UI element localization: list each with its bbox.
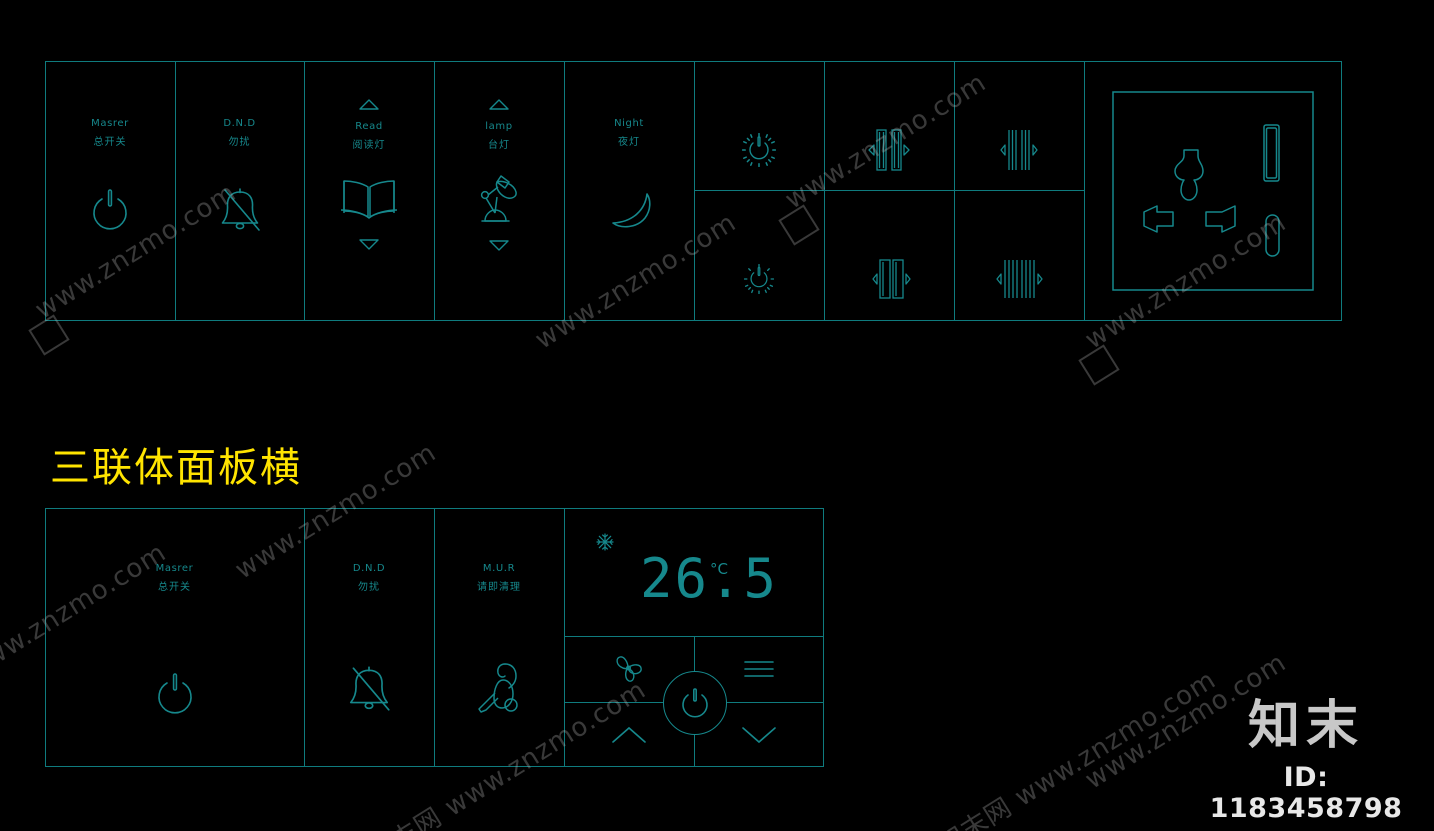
chevron-down-icon bbox=[742, 726, 776, 743]
cell-label-cn: 勿扰 bbox=[358, 581, 380, 593]
cell-label-en: M.U.R bbox=[482, 563, 516, 574]
cell-label-en: lamp bbox=[485, 121, 513, 132]
switch-cell-soft[interactable]: Soft 柔和 bbox=[694, 190, 824, 321]
open-book-icon[interactable] bbox=[339, 177, 399, 223]
section-title: 三联体面板横 bbox=[50, 445, 302, 491]
cell-label-en: D.N.D bbox=[223, 118, 256, 129]
sheer-open-icon[interactable] bbox=[865, 126, 913, 176]
cell-label-en: Curtain On bbox=[994, 92, 1044, 102]
switch-cell-socket[interactable] bbox=[1084, 61, 1342, 321]
thermostat-display[interactable]: 26.5 °C bbox=[564, 508, 824, 636]
sheer-closed-icon[interactable] bbox=[865, 256, 913, 304]
cell-label-cn: 阅读灯 bbox=[352, 139, 386, 151]
triangle-down-icon[interactable] bbox=[359, 235, 379, 254]
switch-cell-curtain-off[interactable]: Curtain Off 窗帘关 bbox=[954, 190, 1084, 321]
switch-cell-bright[interactable]: Bright 明亮 bbox=[694, 61, 824, 190]
lines-mode-icon bbox=[744, 661, 774, 677]
cell-label-cn: 窗帘关 bbox=[1005, 238, 1033, 248]
cell-label-cn: 明亮 bbox=[749, 115, 769, 125]
switch-cell-lamp[interactable]: lamp 台灯 bbox=[434, 61, 564, 321]
cell-label-en: Bright bbox=[744, 100, 774, 110]
chevron-up-icon bbox=[612, 726, 646, 743]
switch-cell-sheer-off[interactable]: Sheer Off 纱帘关 bbox=[824, 190, 954, 321]
switch-cell-master-bottom[interactable]: Masrer 总开关 bbox=[45, 508, 304, 767]
switch-cell-dnd-bottom[interactable]: D.N.D 勿扰 bbox=[304, 508, 434, 767]
triangle-down-icon[interactable] bbox=[489, 236, 509, 255]
thermostat-power-button[interactable] bbox=[663, 671, 727, 735]
cell-label-en: Masrer bbox=[155, 563, 194, 574]
cell-label-cn: 窗帘开 bbox=[1005, 107, 1033, 117]
cell-label-cn: 总开关 bbox=[93, 136, 127, 148]
site-branding: 知末 ID: 1183458798 bbox=[1186, 700, 1426, 824]
cell-label-cn: 勿扰 bbox=[228, 136, 251, 148]
temperature-unit: °C bbox=[710, 560, 728, 578]
bell-muted-icon[interactable] bbox=[215, 186, 265, 234]
desk-lamp-icon[interactable] bbox=[473, 173, 525, 227]
cell-label-cn: 总开关 bbox=[158, 581, 191, 593]
switch-cell-curtain-on[interactable]: Curtain On 窗帘开 bbox=[954, 61, 1084, 190]
sun-bright-icon[interactable] bbox=[742, 133, 776, 167]
snowflake-icon bbox=[596, 533, 614, 555]
vacuum-cleaner-icon[interactable] bbox=[477, 660, 521, 716]
cell-label-en: Night bbox=[614, 118, 644, 129]
cell-label-cn: 纱帘关 bbox=[875, 238, 903, 248]
brand-logo: 知末 bbox=[1247, 696, 1364, 756]
cell-label-cn: 纱帘开 bbox=[875, 107, 903, 117]
switch-cell-master[interactable]: Masrer 总开关 bbox=[45, 61, 175, 321]
fan-icon bbox=[616, 656, 642, 682]
triangle-up-icon[interactable] bbox=[489, 95, 509, 114]
triangle-up-icon[interactable] bbox=[359, 95, 379, 114]
cell-label-en: Masrer bbox=[91, 118, 129, 129]
bell-muted-icon[interactable] bbox=[343, 664, 395, 714]
switch-cell-read[interactable]: Read 阅读灯 bbox=[304, 61, 434, 321]
power-icon[interactable] bbox=[88, 188, 132, 232]
switch-cell-mur[interactable]: M.U.R 请即清理 bbox=[434, 508, 564, 767]
cell-label-cn: 台灯 bbox=[488, 139, 510, 151]
cell-label-cn: 请即清理 bbox=[477, 581, 521, 593]
moon-icon[interactable] bbox=[605, 190, 653, 232]
cell-label-en: Sheer Off bbox=[867, 223, 911, 233]
sun-soft-icon[interactable] bbox=[744, 264, 774, 294]
cell-label-cn: 夜灯 bbox=[618, 136, 640, 148]
cell-label-en: Soft bbox=[749, 232, 769, 242]
curtain-closed-icon[interactable] bbox=[988, 256, 1050, 304]
universal-socket-icon[interactable] bbox=[1111, 90, 1315, 292]
switch-cell-sheer-on[interactable]: Sheer On 纱帘开 bbox=[824, 61, 954, 190]
curtain-open-icon[interactable] bbox=[995, 126, 1043, 176]
switch-cell-night[interactable]: Night 夜灯 bbox=[564, 61, 694, 321]
cell-label-en: Curtain Off bbox=[993, 223, 1045, 233]
cell-label-cn: 柔和 bbox=[749, 247, 769, 257]
power-icon[interactable] bbox=[153, 671, 197, 717]
switch-cell-dnd[interactable]: D.N.D 勿扰 bbox=[175, 61, 304, 321]
brand-id: ID: 1183458798 bbox=[1209, 762, 1403, 824]
power-icon bbox=[682, 688, 708, 718]
cell-label-en: Read bbox=[355, 121, 383, 132]
cell-label-en: Sheer On bbox=[867, 92, 911, 102]
cell-label-en: D.N.D bbox=[352, 563, 386, 574]
